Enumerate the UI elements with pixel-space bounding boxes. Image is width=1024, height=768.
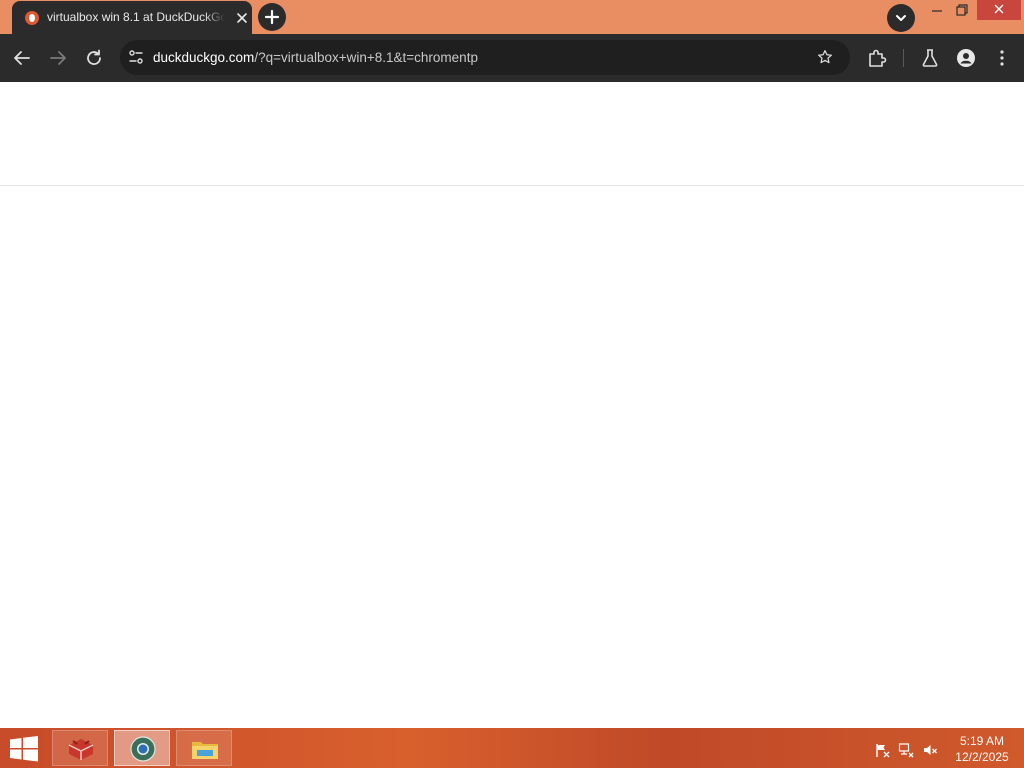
bookmark-star-icon[interactable] (816, 48, 834, 66)
action-center-flag-icon[interactable] (874, 742, 890, 758)
address-bar[interactable]: duckduckgo.com/?q=virtualbox+win+8.1&t=c… (120, 40, 850, 75)
tab-close-icon[interactable] (234, 10, 250, 26)
toolbar-divider (903, 49, 904, 67)
virtualbox-icon (68, 739, 94, 760)
taskbar-app-file-explorer[interactable] (176, 730, 232, 766)
plus-icon (264, 9, 280, 25)
window-close-button[interactable] (977, 0, 1021, 20)
reload-icon[interactable] (82, 46, 106, 70)
forward-icon[interactable] (46, 46, 70, 70)
search-results-header (0, 82, 1024, 186)
volume-muted-icon[interactable] (922, 742, 938, 758)
windows-start-icon[interactable] (8, 735, 40, 763)
profile-avatar-icon[interactable] (954, 46, 978, 70)
address-text: duckduckgo.com/?q=virtualbox+win+8.1&t=c… (153, 50, 478, 65)
back-icon[interactable] (10, 46, 34, 70)
tab-title: virtualbox win 8.1 at DuckDuckGo (47, 10, 225, 24)
browser-title-bar: virtualbox win 8.1 at DuckDuckGo (0, 0, 1024, 34)
taskbar-clock[interactable]: 5:19 AM 12/2/2025 (950, 733, 1014, 765)
page-content (0, 82, 1024, 728)
new-tab-button[interactable] (258, 3, 286, 31)
labs-flask-icon[interactable] (918, 46, 942, 70)
minimize-icon (932, 10, 942, 12)
address-host: duckduckgo.com (153, 50, 255, 65)
close-icon (994, 4, 1004, 14)
clock-time: 5:19 AM (959, 734, 1005, 748)
network-icon[interactable] (898, 742, 914, 758)
file-explorer-icon (192, 742, 218, 759)
minimize-button[interactable] (926, 0, 948, 22)
chrome-icon (130, 736, 156, 762)
browser-toolbar: duckduckgo.com/?q=virtualbox+win+8.1&t=c… (0, 34, 1024, 82)
site-info-icon[interactable] (126, 47, 146, 67)
restore-button[interactable] (951, 0, 973, 22)
tab-search-button[interactable] (887, 4, 915, 32)
windows-taskbar: 5:19 AM 12/2/2025 (0, 728, 1024, 768)
address-path: /?q=virtualbox+win+8.1&t=chromentp (254, 50, 478, 65)
restore-icon (956, 4, 968, 16)
chevron-down-icon (896, 15, 906, 21)
extensions-icon[interactable] (865, 46, 889, 70)
tab-active[interactable]: virtualbox win 8.1 at DuckDuckGo (12, 1, 252, 34)
taskbar-app-chrome[interactable] (114, 730, 170, 766)
duckduckgo-icon (25, 11, 39, 25)
clock-date: 12/2/2025 (955, 750, 1009, 764)
kebab-menu-icon[interactable] (990, 46, 1014, 70)
taskbar-app-virtualbox[interactable] (52, 730, 108, 766)
